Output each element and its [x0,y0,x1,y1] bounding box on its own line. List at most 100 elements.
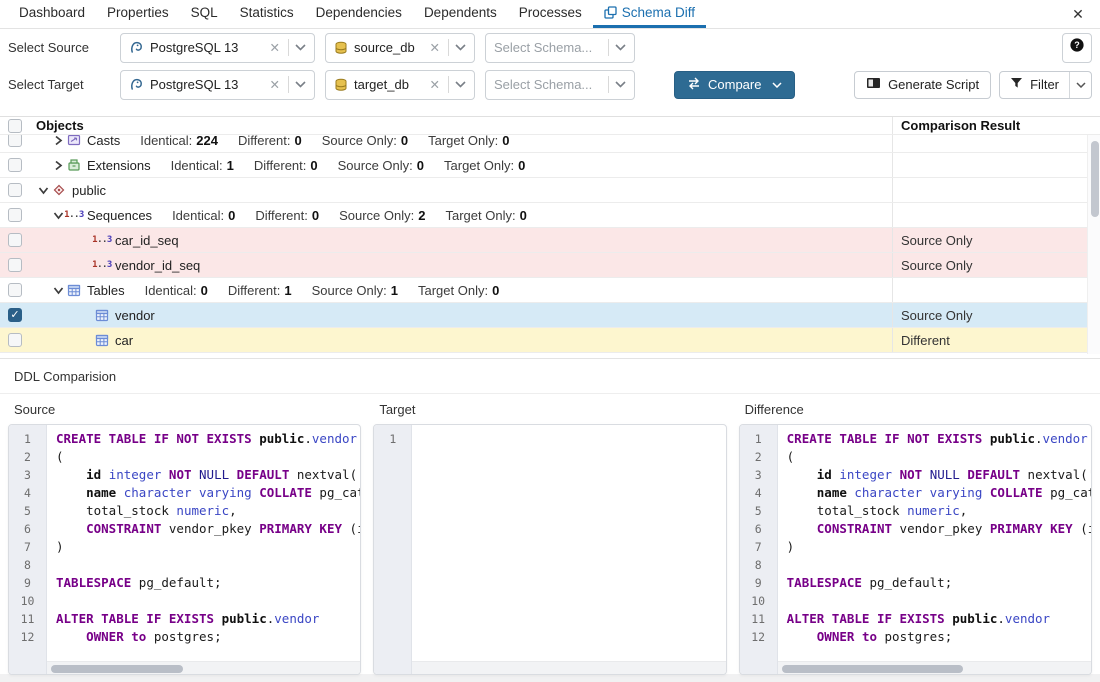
scrollbar-thumb[interactable] [782,665,964,673]
close-icon[interactable]: ✕ [1068,4,1088,24]
target-database-select[interactable]: target_db ✕ [325,70,475,100]
row-checkbox[interactable] [8,233,22,247]
chevron-down-icon[interactable] [295,44,306,51]
line-number: 7 [740,538,777,556]
help-button[interactable]: ? [1062,33,1092,63]
generate-script-button[interactable]: Generate Script [854,71,991,99]
comparison-result-cell: Source Only [892,228,1086,252]
tab-schema-diff[interactable]: Schema Diff [593,0,706,28]
chevron-down-icon[interactable] [455,81,466,88]
grid-vertical-scrollbar[interactable] [1087,135,1100,354]
row-checkbox[interactable] [8,333,22,347]
expand-expand-chevron-icon[interactable] [50,135,66,146]
source-database-select[interactable]: source_db ✕ [325,33,475,63]
select-target-label: Select Target [8,77,120,92]
code-line: ALTER TABLE IF EXISTS public.vendor [787,610,1091,628]
tab-processes[interactable]: Processes [508,0,593,28]
comparison-result-column-header[interactable]: Comparison Result [892,117,1086,134]
target-server-select[interactable]: PostgreSQL 13 ✕ [120,70,315,100]
grid-row-car_id_seq[interactable]: 1..3car_id_seqSource Only [0,228,1100,253]
chevron-down-icon [772,82,782,88]
select-all-checkbox[interactable] [8,119,22,133]
source-server-select[interactable]: PostgreSQL 13 ✕ [120,33,315,63]
count-identical: Identical:0 [145,283,208,298]
target-horizontal-scrollbar[interactable] [412,661,725,674]
target-code-pane[interactable]: 1 [373,424,726,675]
code-line: CREATE TABLE IF NOT EXISTS public.vendor [787,430,1091,448]
filter-dropdown-button[interactable] [1069,72,1091,98]
code-line [56,556,360,574]
row-checkbox[interactable] [8,183,22,197]
code-line: CONSTRAINT vendor_pkey PRIMARY KEY (id) [787,520,1091,538]
grid-row-extensions[interactable]: ExtensionsIdentical:1Different:0Source O… [0,153,1100,178]
source-horizontal-scrollbar[interactable] [47,661,360,674]
tab-dependents[interactable]: Dependents [413,0,508,28]
line-number: 6 [9,520,46,538]
object-name: public [72,183,106,198]
row-checkbox-cell [0,135,30,147]
tab-dashboard[interactable]: Dashboard [8,0,96,28]
tab-statistics[interactable]: Statistics [229,0,305,28]
chevron-down-icon[interactable] [615,44,626,51]
source-code-pane[interactable]: 123456789101112CREATE TABLE IF NOT EXIST… [8,424,361,675]
filter-button[interactable]: Filter [1000,72,1069,98]
source-line-number-gutter: 123456789101112 [9,425,47,674]
tab-label: Processes [519,5,582,20]
code-line: TABLESPACE pg_default; [787,574,1091,592]
tab-properties[interactable]: Properties [96,0,180,28]
tab-dependencies[interactable]: Dependencies [305,0,413,28]
grid-row-tables[interactable]: TablesIdentical:0Different:1Source Only:… [0,278,1100,303]
target-schema-select[interactable]: Select Schema... [485,70,635,100]
scrollbar-thumb[interactable] [1091,141,1099,217]
row-checkbox[interactable] [8,308,22,322]
row-checkbox[interactable] [8,258,22,272]
count-sourceonly: Source Only:2 [339,208,425,223]
grid-row-sequences[interactable]: 1..3SequencesIdentical:0Different:0Sourc… [0,203,1100,228]
grid-row-casts[interactable]: CastsIdentical:224Different:0Source Only… [0,135,1100,153]
source-code-area[interactable]: CREATE TABLE IF NOT EXISTS public.vendor… [47,425,360,674]
code-line: OWNER to postgres; [56,628,360,646]
clear-icon[interactable]: ✕ [424,40,446,55]
compare-button[interactable]: Compare [674,71,795,99]
comparison-grid: Objects Comparison Result CastsIdentical… [0,116,1100,354]
expand-collapse-chevron-icon[interactable] [35,186,51,195]
difference-code-area[interactable]: CREATE TABLE IF NOT EXISTS public.vendor… [778,425,1091,674]
chevron-down-icon[interactable] [455,44,466,51]
row-checkbox[interactable] [8,158,22,172]
difference-horizontal-scrollbar[interactable] [778,661,1091,674]
source-server-value: PostgreSQL 13 [150,40,264,55]
row-checkbox-cell [0,258,30,272]
expand-collapse-chevron-icon[interactable] [50,286,66,295]
line-number: 6 [740,520,777,538]
svg-text:?: ? [1074,40,1080,50]
difference-line-number-gutter: 123456789101112 [740,425,778,674]
row-checkbox[interactable] [8,135,22,147]
tab-sql[interactable]: SQL [180,0,229,28]
line-number: 11 [740,610,777,628]
row-checkbox[interactable] [8,283,22,297]
clear-icon[interactable]: ✕ [264,77,286,92]
line-number: 1 [374,430,411,448]
chevron-down-icon[interactable] [615,81,626,88]
line-number: 3 [740,466,777,484]
difference-code-pane[interactable]: 123456789101112CREATE TABLE IF NOT EXIST… [739,424,1092,675]
grid-row-vendor_id_seq[interactable]: 1..3vendor_id_seqSource Only [0,253,1100,278]
clear-icon[interactable]: ✕ [424,77,446,92]
grid-row-vendor[interactable]: vendorSource Only [0,303,1100,328]
target-line-number-gutter: 1 [374,425,412,674]
code-line: OWNER to postgres; [787,628,1091,646]
target-code-area[interactable] [412,425,725,674]
count-different: Different:0 [238,135,302,148]
grid-row-public[interactable]: public [0,178,1100,203]
row-checkbox[interactable] [8,208,22,222]
expand-expand-chevron-icon[interactable] [50,160,66,171]
scrollbar-thumb[interactable] [51,665,183,673]
grid-row-car[interactable]: carDifferent [0,328,1100,353]
chevron-down-icon[interactable] [295,81,306,88]
comparison-result-cell [892,203,1086,227]
line-number: 9 [9,574,46,592]
source-schema-placeholder: Select Schema... [494,40,606,55]
source-schema-select[interactable]: Select Schema... [485,33,635,63]
objects-column-header[interactable]: Objects [30,118,892,133]
clear-icon[interactable]: ✕ [264,40,286,55]
